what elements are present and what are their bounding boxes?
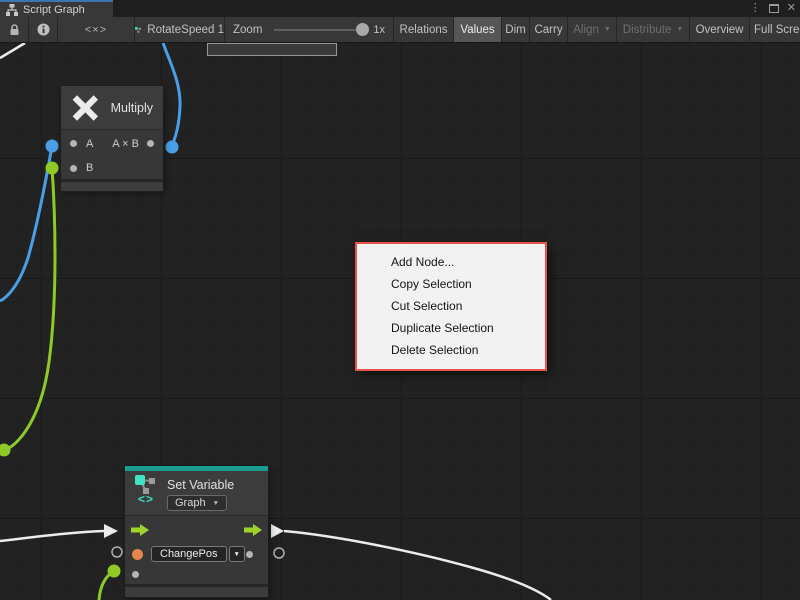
- window-maximize-icon[interactable]: [769, 4, 779, 13]
- multiply-node-title: Multiply: [111, 101, 153, 115]
- overview-button[interactable]: Overview: [690, 17, 750, 42]
- flow-input-arrow[interactable]: [131, 524, 149, 536]
- zoom-slider[interactable]: [274, 23, 366, 36]
- values-button-label: Values: [460, 24, 494, 36]
- align-button-label: Align: [573, 24, 599, 36]
- wire-endpoint-green-top[interactable]: [46, 162, 59, 175]
- wire-blue-left[interactable]: [0, 146, 52, 301]
- port-label-a: A: [86, 138, 93, 150]
- tab-label: Script Graph: [23, 4, 85, 16]
- lock-icon: [9, 24, 20, 36]
- chevron-down-icon: ▼: [676, 26, 683, 33]
- window-titlebar: Script Graph ⋮ ✕: [0, 0, 800, 17]
- angle-brackets-icon: <>: [138, 492, 154, 506]
- relations-button-label: Relations: [400, 24, 448, 36]
- value-input-dot[interactable]: [132, 571, 139, 578]
- multiply-x-icon: [71, 93, 100, 123]
- menu-item-duplicate-selection[interactable]: Duplicate Selection: [357, 317, 545, 339]
- port-label-b: B: [86, 162, 93, 174]
- wire-endpoint-green-bottom2[interactable]: [108, 565, 121, 578]
- multiply-node-footer: [61, 179, 163, 191]
- flow-arrowhead-left[interactable]: [104, 524, 118, 538]
- wire-endpoint-blue-right[interactable]: [166, 141, 179, 154]
- distribute-button-label: Distribute: [623, 24, 672, 36]
- set-variable-node-footer: [125, 584, 268, 597]
- wire-white-out[interactable]: [284, 531, 551, 600]
- variable-scope-label: Graph: [175, 497, 206, 509]
- chevron-down-icon: ▼: [604, 26, 611, 33]
- zoom-slider-track[interactable]: [274, 29, 366, 31]
- set-variable-node-header[interactable]: <> Set Variable Graph ▼: [125, 471, 268, 516]
- cutoff-node-box[interactable]: [207, 43, 337, 56]
- carry-button-label: Carry: [534, 24, 562, 36]
- lock-button[interactable]: [0, 17, 29, 42]
- flow-output-arrow[interactable]: [244, 524, 262, 536]
- values-button[interactable]: Values: [454, 17, 502, 42]
- multiply-node[interactable]: Multiply A A × B B: [61, 86, 163, 191]
- zoom-control: Zoom 1x: [225, 17, 394, 42]
- menu-item-delete-selection[interactable]: Delete Selection: [357, 339, 545, 361]
- align-button[interactable]: Align ▼: [568, 17, 617, 42]
- window-close-icon[interactable]: ✕: [787, 3, 796, 14]
- wire-white-into-node[interactable]: [0, 531, 104, 541]
- graph-toolbar: <×> RotateSpeed 1 Zoom 1x Relations Valu…: [0, 17, 800, 43]
- chevron-down-icon: ▼: [234, 551, 240, 558]
- carry-button[interactable]: Carry: [530, 17, 568, 42]
- chevron-down-icon: ▼: [213, 500, 219, 507]
- full-screen-button[interactable]: Full Screen: [750, 17, 800, 42]
- variable-name-caret-button[interactable]: ▼: [229, 546, 245, 562]
- value-port-circle-right[interactable]: [274, 548, 284, 558]
- port-dot-a[interactable]: [70, 140, 77, 147]
- variable-name-label: ChangePos: [160, 548, 218, 560]
- variable-scope-dropdown[interactable]: Graph ▼: [167, 495, 227, 511]
- menu-item-add-node[interactable]: Add Node...: [357, 251, 545, 273]
- set-variable-node[interactable]: <> Set Variable Graph ▼ ChangePos: [125, 466, 268, 597]
- relations-button[interactable]: Relations: [394, 17, 454, 42]
- variable-name-dropdown[interactable]: ChangePos: [151, 546, 227, 562]
- multiply-node-header[interactable]: Multiply: [61, 86, 163, 130]
- zoom-value: 1x: [373, 24, 385, 36]
- code-view-button[interactable]: <×>: [58, 17, 135, 42]
- value-port-circle-left[interactable]: [112, 547, 122, 557]
- wire-endpoint-green-bottom[interactable]: [0, 444, 11, 457]
- port-label-result: A × B: [112, 138, 139, 150]
- zoom-label: Zoom: [233, 24, 262, 36]
- context-menu: Add Node... Copy Selection Cut Selection…: [355, 242, 547, 371]
- breadcrumb-label: RotateSpeed 1: [147, 24, 224, 36]
- distribute-button[interactable]: Distribute ▼: [617, 17, 690, 42]
- port-dot-b[interactable]: [70, 165, 77, 172]
- tab-script-graph[interactable]: Script Graph: [0, 0, 113, 17]
- variable-port-dot[interactable]: [132, 549, 143, 560]
- script-graph-icon: [6, 4, 18, 16]
- dim-button-label: Dim: [505, 24, 525, 36]
- value-output-dot[interactable]: [246, 551, 253, 558]
- graph-breadcrumb-icon: [135, 23, 141, 37]
- code-icon: <×>: [85, 24, 107, 36]
- port-dot-result[interactable]: [147, 140, 154, 147]
- overview-button-label: Overview: [696, 24, 744, 36]
- dim-button[interactable]: Dim: [502, 17, 530, 42]
- wire-blue-top[interactable]: [163, 43, 180, 146]
- menu-item-cut-selection[interactable]: Cut Selection: [357, 295, 545, 317]
- info-button[interactable]: [29, 17, 58, 42]
- set-variable-node-title: Set Variable: [167, 478, 234, 492]
- info-icon: [37, 23, 50, 36]
- flow-arrowhead-right[interactable]: [271, 524, 284, 538]
- wire-endpoint-blue-left[interactable]: [46, 140, 59, 153]
- wire-green-left[interactable]: [5, 168, 55, 450]
- menu-item-copy-selection[interactable]: Copy Selection: [357, 273, 545, 295]
- window-menu-icon[interactable]: ⋮: [750, 3, 761, 14]
- zoom-slider-knob[interactable]: [356, 23, 369, 36]
- breadcrumb[interactable]: RotateSpeed 1: [135, 17, 225, 42]
- full-screen-button-label: Full Screen: [754, 24, 800, 36]
- wire-white-topleft[interactable]: [0, 43, 25, 58]
